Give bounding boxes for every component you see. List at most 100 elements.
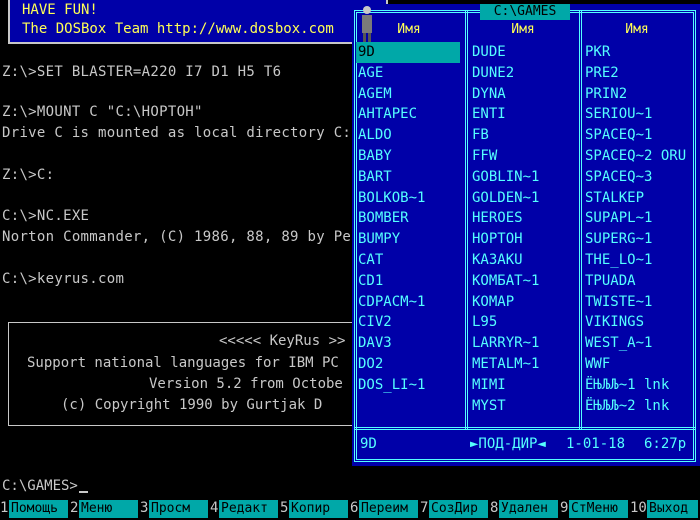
fkey-number: 9 — [560, 500, 569, 516]
fkey-number: 6 — [350, 500, 359, 516]
file-entry[interactable]: GOLDEN~1 — [472, 188, 539, 209]
file-entry[interactable]: CAT — [358, 250, 383, 271]
prompt-text: C:\GAMES> — [2, 478, 78, 494]
file-entry[interactable]: TWISTE~1 — [585, 292, 652, 313]
file-entry[interactable]: KOMБAT~1 — [472, 271, 539, 292]
file-entry[interactable]: 9D — [356, 42, 460, 63]
welcome-line-2: The DOSBox Team http://www.dosbox.com — [22, 21, 334, 37]
dosbox-welcome-box: HAVE FUN! The DOSBox Team http://www.dos… — [8, 0, 388, 44]
console-line: Z:\>C: — [2, 167, 55, 183]
keyrus-line-3: (c) Copyright 1990 by Gurtjak D — [61, 397, 323, 413]
status-type: ►ПОД-ДИР◄ — [470, 436, 546, 452]
status-time: 6:27p — [644, 436, 687, 452]
file-entry[interactable]: KOMAP — [472, 292, 514, 313]
file-entry[interactable]: BART — [358, 167, 392, 188]
file-entry[interactable]: BABY — [358, 146, 392, 167]
file-entry[interactable]: TPUADA — [585, 271, 636, 292]
file-entry[interactable]: THE_LO~1 — [585, 250, 652, 271]
file-entry[interactable]: BOMBER — [358, 208, 409, 229]
file-entry[interactable]: PKR — [585, 42, 610, 63]
fkey-4-button[interactable]: 4 Редакт — [210, 498, 280, 520]
function-key-bar: 1 Помощь 2 Меню 3 Просм 4 Редакт 5 Копир 6 Переим 7 С… — [0, 498, 700, 520]
file-entry[interactable]: AGEM — [358, 84, 392, 105]
file-entry[interactable]: DUDE — [472, 42, 506, 63]
fkey-9-button[interactable]: 9 СтМеню — [560, 498, 630, 520]
file-entry[interactable]: CD1 — [358, 271, 383, 292]
fkey-7-button[interactable]: 7 СозДир — [420, 498, 490, 520]
file-entry[interactable]: CIV2 — [358, 312, 392, 333]
file-entry[interactable]: MYST — [472, 396, 506, 417]
fkey-1-button[interactable]: 1 Помощь — [0, 498, 70, 520]
panel-path-title: C:\GAMES — [480, 4, 570, 20]
file-entry[interactable]: ЁЊЉЉ~1 lnk — [585, 375, 669, 396]
file-entry[interactable]: FFW — [472, 146, 497, 167]
fkey-number: 3 — [140, 500, 149, 516]
file-entry[interactable]: SUPERG~1 — [585, 229, 652, 250]
status-filename: 9D — [360, 436, 377, 452]
fkey-number: 1 — [0, 500, 9, 516]
file-entry[interactable]: ALDO — [358, 125, 392, 146]
console-line: Drive C is mounted as local directory C: — [2, 125, 352, 141]
file-entry[interactable]: DOS_LI~1 — [358, 375, 425, 396]
file-entry[interactable]: VIKINGS — [585, 312, 644, 333]
file-entry[interactable]: SPACEQ~2 ORU — [585, 146, 686, 167]
file-entry[interactable]: SPACEQ~3 — [585, 167, 652, 188]
file-entry[interactable]: SPACEQ~1 — [585, 125, 652, 146]
fkey-8-button[interactable]: 8 Удален — [490, 498, 560, 520]
file-entry[interactable]: AGE — [358, 63, 383, 84]
file-entry[interactable]: AHTAPEC — [358, 104, 417, 125]
file-entry[interactable]: METALM~1 — [472, 354, 539, 375]
file-entry[interactable]: KA3AKU — [472, 250, 523, 271]
file-entry[interactable]: PRE2 — [585, 63, 619, 84]
file-entry[interactable]: WEST_A~1 — [585, 333, 652, 354]
keyrus-line-1: Support national languages for IBM PC — [27, 355, 339, 371]
console-line: Z:\>SET BLASTER=A220 I7 D1 H5 T6 — [2, 64, 282, 80]
keyrus-banner: <<<<< KeyRus >> Support national languag… — [8, 322, 354, 426]
text-cursor — [78, 491, 88, 493]
file-entry[interactable]: STALKEP — [585, 188, 644, 209]
file-entry[interactable]: HOPTOH — [472, 229, 523, 250]
file-entry[interactable]: DAV3 — [358, 333, 392, 354]
fkey-10-button[interactable]: 10 Выход — [630, 498, 700, 520]
status-date: 1-01-18 — [566, 436, 626, 452]
fkey-number: 4 — [210, 500, 219, 516]
fkey-label: СозДир — [429, 500, 488, 518]
file-entry[interactable]: DUNE2 — [472, 63, 514, 84]
file-entry[interactable]: SERIOU~1 — [585, 104, 652, 125]
keyrus-title: <<<<< KeyRus >> — [219, 333, 346, 349]
fkey-number: 7 — [420, 500, 429, 516]
file-entry[interactable]: HEROES — [472, 208, 523, 229]
file-entry[interactable]: MIMI — [472, 375, 506, 396]
file-entry[interactable]: SUPAPL~1 — [585, 208, 652, 229]
fkey-2-button[interactable]: 2 Меню — [70, 498, 140, 520]
file-entry[interactable]: DO2 — [358, 354, 383, 375]
fkey-number: 5 — [280, 500, 289, 516]
file-panel[interactable]: C:\GAMES Имя Имя Имя 9D AGE AGEM AHTAPEC ALD… — [352, 4, 700, 466]
file-entry[interactable]: CDPACM~1 — [358, 292, 425, 313]
fkey-6-button[interactable]: 6 Переим — [350, 498, 420, 520]
column-header-name: Имя — [625, 22, 649, 37]
file-entry[interactable]: FB — [472, 125, 489, 146]
file-entry[interactable]: GOBLIN~1 — [472, 167, 539, 188]
fkey-label: Меню — [79, 500, 138, 518]
file-entry[interactable]: BUMPY — [358, 229, 400, 250]
command-prompt[interactable]: C:\GAMES> — [2, 478, 88, 494]
fkey-number: 10 — [630, 500, 647, 516]
file-entry[interactable]: DYNA — [472, 84, 506, 105]
fkey-label: Переим — [359, 500, 418, 518]
file-entry[interactable]: PRIN2 — [585, 84, 627, 105]
keyrus-line-2: Version 5.2 from Octobe — [149, 376, 343, 392]
file-entry[interactable]: WWF — [585, 354, 610, 375]
fkey-label: Редакт — [219, 500, 278, 518]
column-divider — [579, 10, 582, 430]
file-entry[interactable]: BOLKOB~1 — [358, 188, 425, 209]
fkey-number: 8 — [490, 500, 499, 516]
fkey-5-button[interactable]: 5 Копир — [280, 498, 350, 520]
file-entry[interactable]: ENTI — [472, 104, 506, 125]
file-entry[interactable]: L95 — [472, 312, 497, 333]
file-entry[interactable]: LARRYR~1 — [472, 333, 539, 354]
console-line: C:\>NC.EXE — [2, 208, 90, 224]
fkey-3-button[interactable]: 3 Просм — [140, 498, 210, 520]
file-entry[interactable]: ЁЊЉЉ~2 lnk — [585, 396, 669, 417]
console-line: Z:\>MOUNT C "C:\НОРТОН" — [2, 104, 203, 120]
